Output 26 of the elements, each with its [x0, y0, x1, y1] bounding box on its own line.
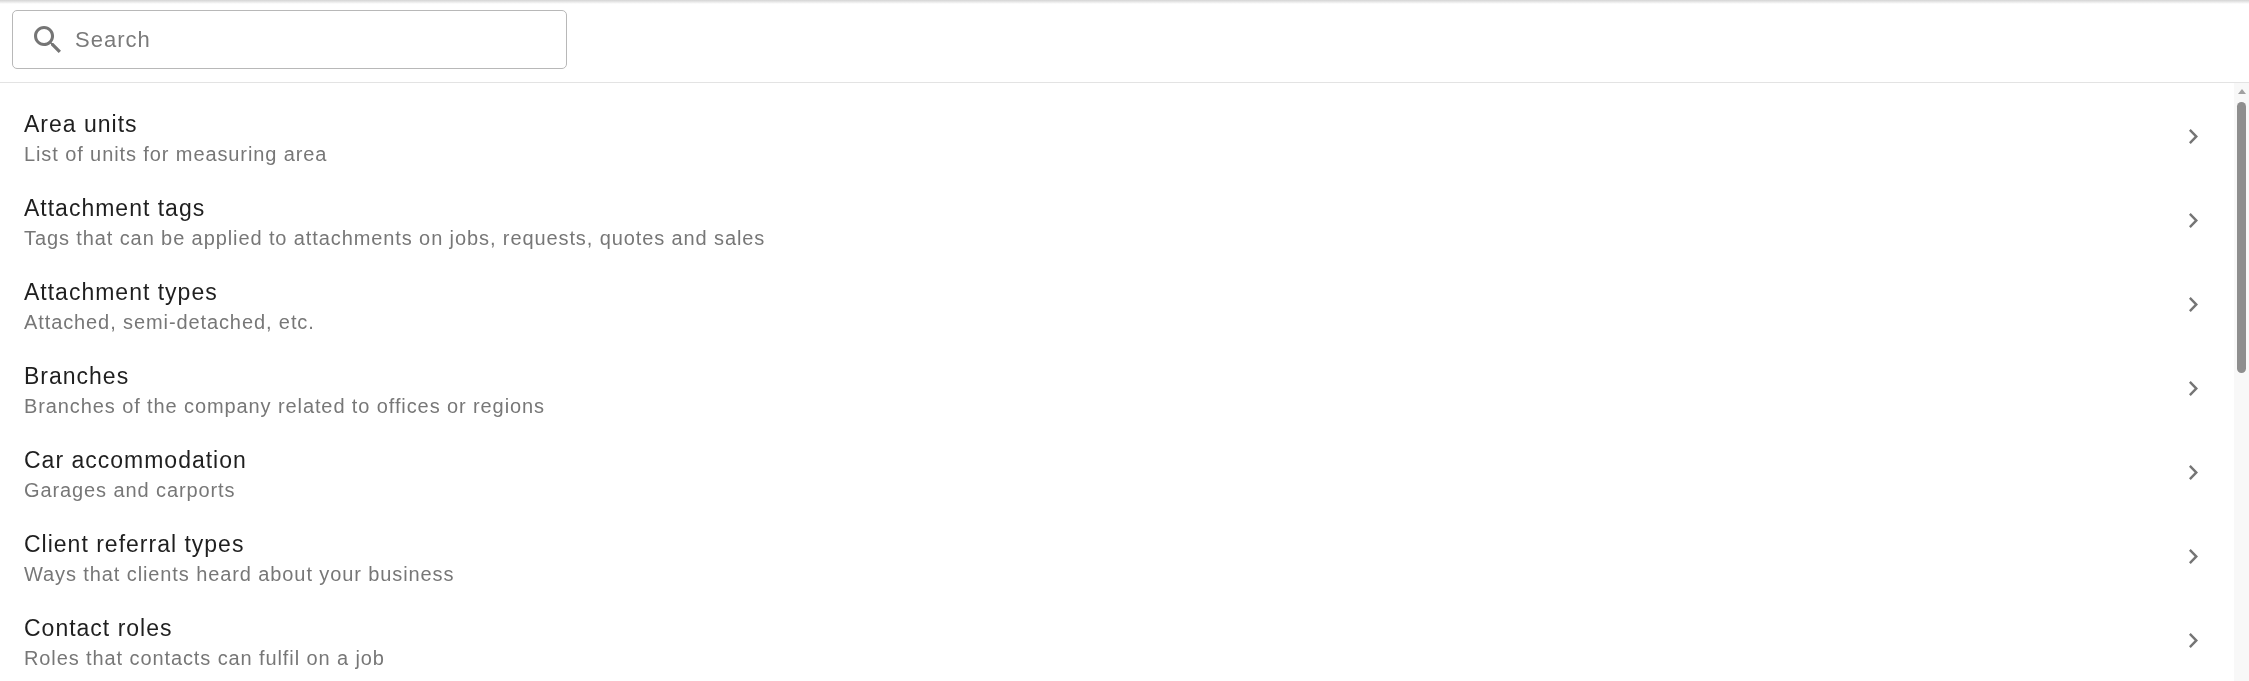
search-icon [34, 26, 61, 53]
chevron-right-icon[interactable] [2189, 548, 2198, 564]
item-title[interactable]: Attachment types [24, 278, 218, 307]
item-title[interactable]: Branches [24, 362, 130, 391]
item-description: Garages and carports [24, 478, 236, 503]
item-description: List of units for measuring area [24, 142, 328, 167]
item-description: Attached, semi-detached, etc. [24, 310, 315, 335]
chevron-right-icon[interactable] [2189, 464, 2198, 480]
scrollbar-thumb[interactable] [2237, 102, 2246, 373]
item-description: Roles that contacts can fulfil on a job [24, 646, 385, 671]
item-title[interactable]: Contact roles [24, 614, 173, 643]
item-description: Branches of the company related to offices or regions [24, 394, 545, 419]
scrollbar[interactable] [2234, 83, 2249, 681]
chevron-right-icon[interactable] [2189, 380, 2198, 396]
item-title[interactable]: Area units [24, 110, 138, 139]
chevron-right-icon[interactable] [2189, 632, 2198, 648]
scroll-up-arrow-icon[interactable] [2237, 89, 2246, 94]
chevron-right-icon[interactable] [2189, 296, 2198, 312]
item-title[interactable]: Client referral types [24, 530, 245, 559]
item-description: Tags that can be applied to attachments on jobs, requests, quotes and sales [24, 226, 766, 251]
item-title[interactable]: Car accommodation [24, 446, 247, 475]
item-title[interactable]: Attachment tags [24, 194, 206, 223]
search-field[interactable]: Search [12, 10, 567, 69]
chevron-right-icon[interactable] [2189, 128, 2198, 144]
item-description: Ways that clients heard about your business [24, 562, 455, 587]
chevron-right-icon[interactable] [2189, 212, 2198, 228]
